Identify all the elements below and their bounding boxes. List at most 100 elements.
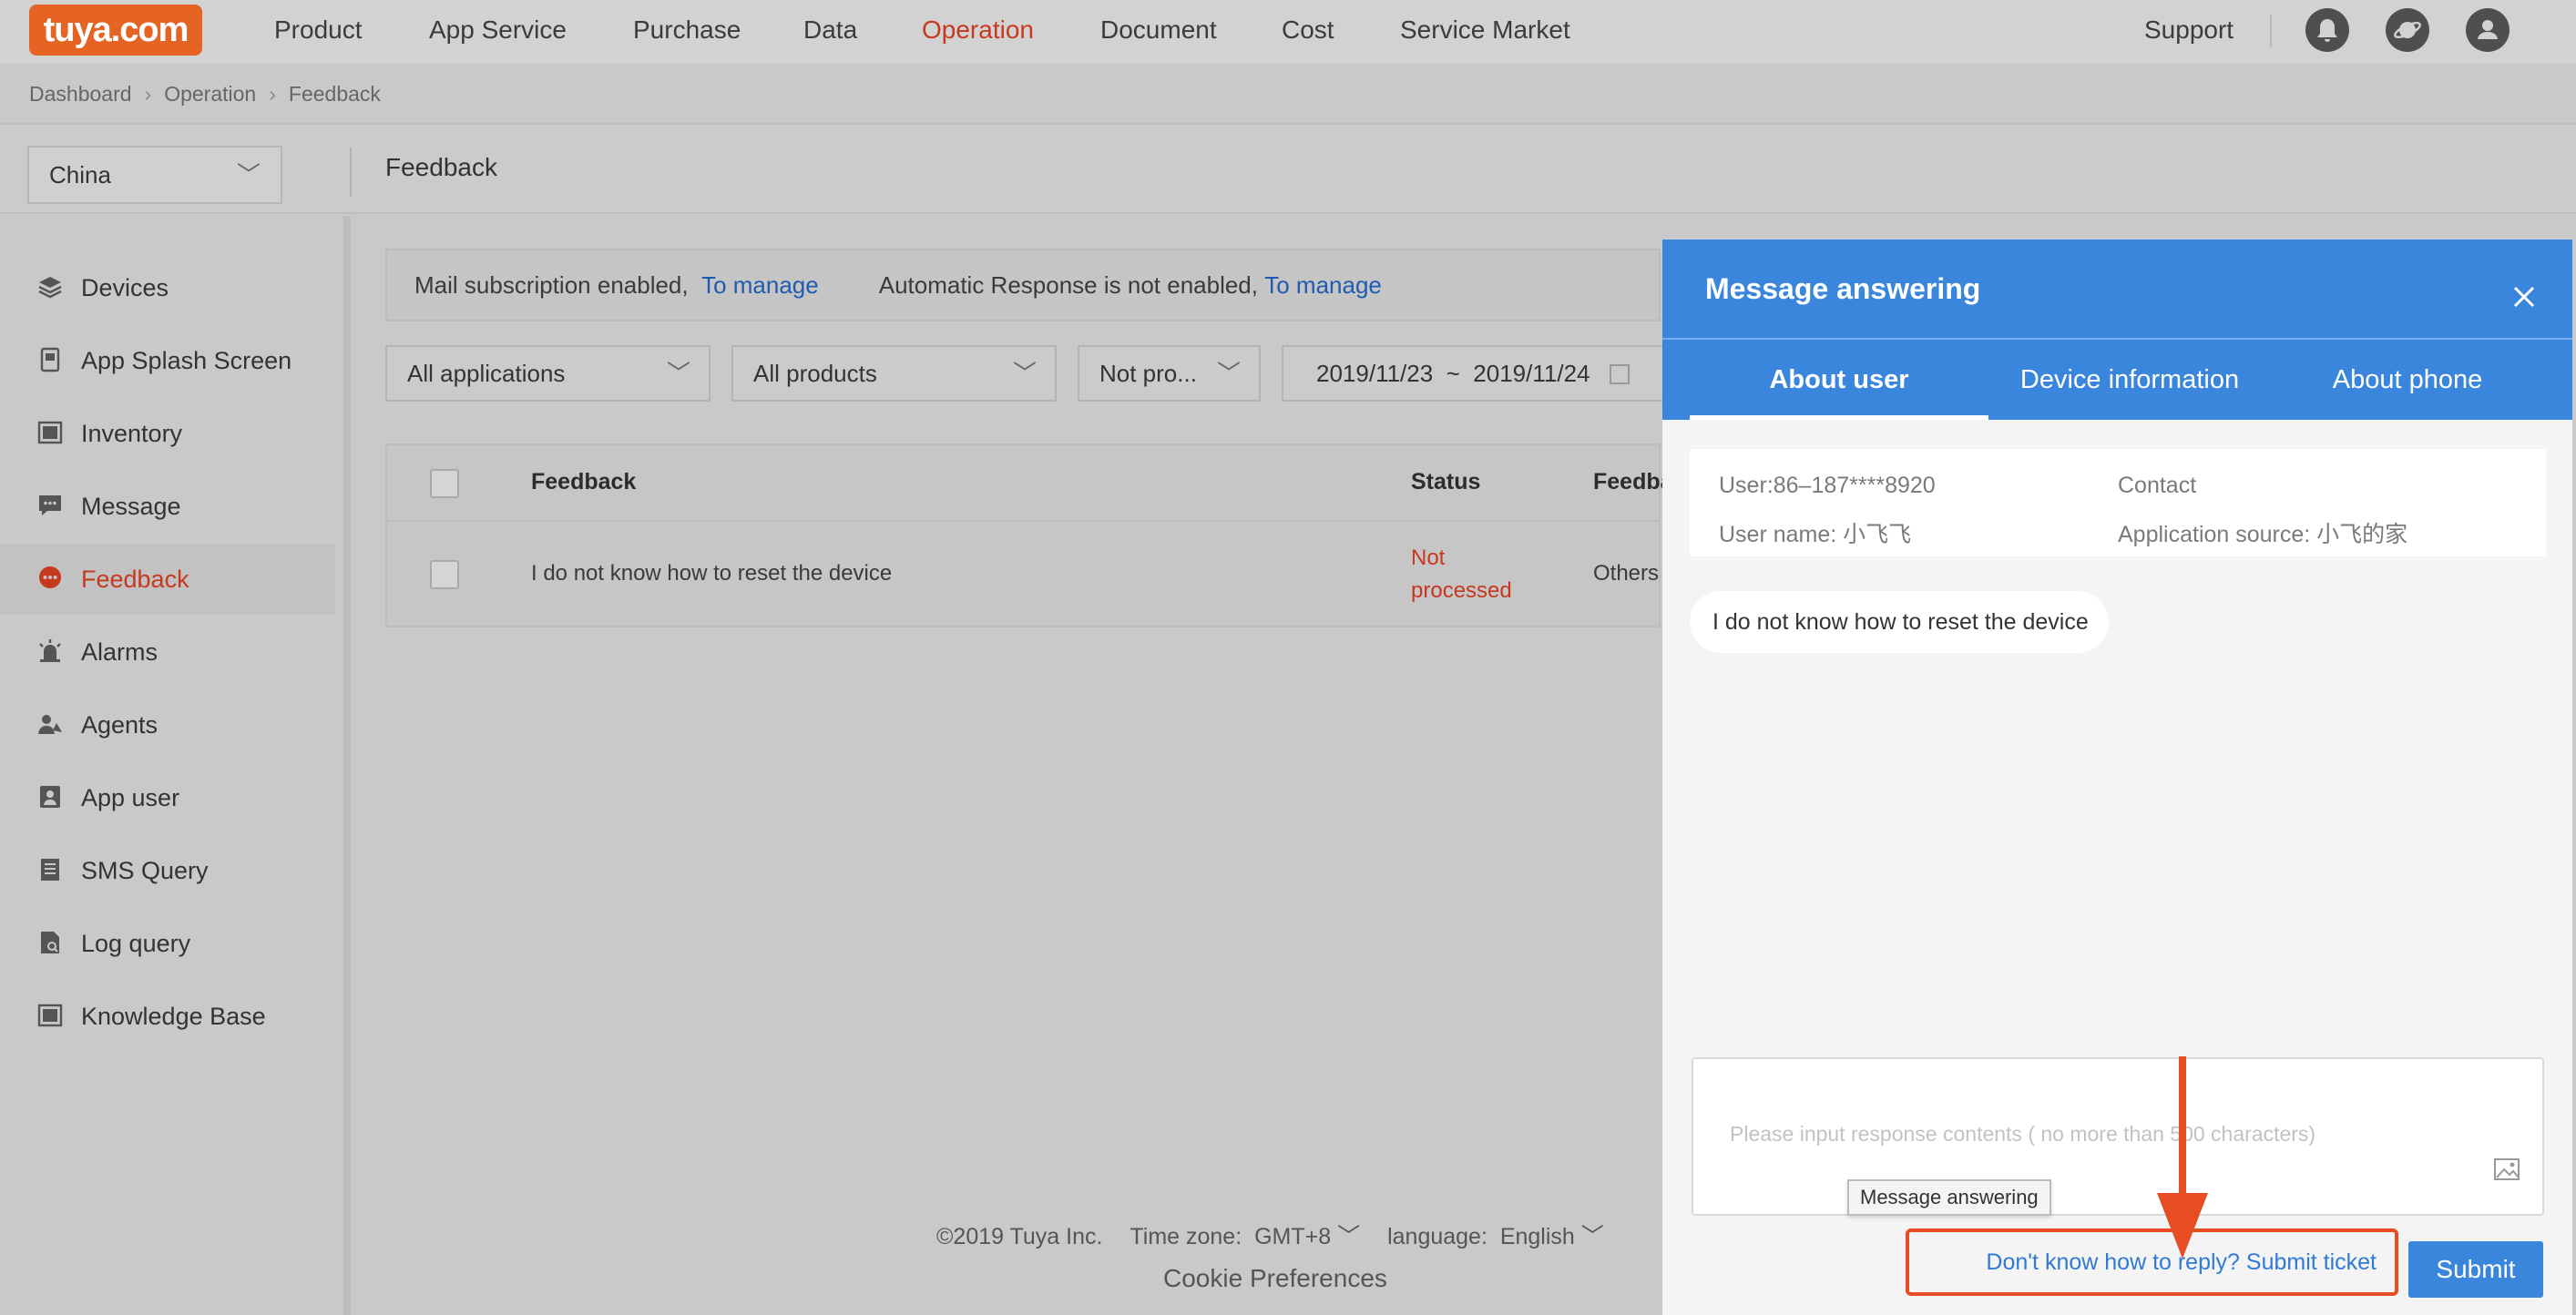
calendar-icon [1609, 364, 1630, 384]
sidebar-item-label: Log query [81, 930, 191, 957]
sidebar-item-agents[interactable]: Agents [0, 689, 335, 760]
panel-tabs: About user Device information About phon… [1662, 340, 2572, 420]
top-navigation: tuya.com Product App Service Purchase Da… [0, 0, 2576, 64]
user-contact: Contact [2118, 473, 2197, 498]
nav-item-document[interactable]: Document [1100, 15, 1217, 45]
nav-item-service-market[interactable]: Service Market [1400, 15, 1570, 45]
timezone-select[interactable]: GMT+8 ﹀ [1254, 1224, 1360, 1249]
subscription-notice: Mail subscription enabled, To manage Auto… [385, 249, 1661, 321]
chevron-down-icon: ﹀ [1216, 360, 1241, 387]
column-header-feedback[interactable]: Feedback [531, 469, 636, 495]
feedback-icon [36, 565, 64, 592]
row-status: Not processed [1411, 545, 1512, 603]
page-title: Feedback [385, 153, 497, 181]
table-header: Feedback Status Feedba [387, 445, 1673, 522]
tab-about-phone[interactable]: About phone [2271, 340, 2544, 420]
date-range-picker[interactable]: 2019/11/23 ~ 2019/11/24 [1282, 345, 1673, 402]
sidebar-item-label: App user [81, 784, 180, 811]
applications-filter-value: All applications [407, 360, 566, 387]
sidebar-item-alarms[interactable]: Alarms [0, 617, 335, 688]
message-icon [36, 492, 64, 519]
status-filter-value: Not pro... [1099, 360, 1197, 387]
app-user-icon [36, 783, 64, 810]
inventory-icon [36, 419, 64, 446]
products-filter[interactable]: All products ﹀ [731, 345, 1057, 402]
tab-device-information[interactable]: Device information [1988, 340, 2271, 420]
auto-response-manage-link[interactable]: To manage [1264, 271, 1382, 299]
bell-icon[interactable] [2305, 8, 2349, 52]
auto-response-text: Automatic Response is not enabled, [878, 271, 1258, 299]
nav-item-operation[interactable]: Operation [922, 15, 1034, 45]
nav-item-purchase[interactable]: Purchase [633, 15, 741, 45]
sidebar-item-knowledge-base[interactable]: Knowledge Base [0, 981, 335, 1052]
sidebar-item-message[interactable]: Message [0, 471, 335, 542]
language-select[interactable]: English ﹀ [1500, 1224, 1604, 1249]
products-filter-value: All products [753, 360, 877, 387]
knowledge-base-icon [36, 1002, 64, 1029]
select-all-checkbox[interactable] [430, 469, 459, 498]
nav-separator [2270, 15, 2272, 47]
sms-icon [36, 856, 64, 883]
region-select[interactable]: China ﹀ [27, 146, 282, 204]
image-upload-icon[interactable] [2493, 1157, 2520, 1181]
close-icon[interactable] [2508, 280, 2540, 313]
tab-about-user[interactable]: About user [1690, 340, 1988, 420]
feedback-table: Feedback Status Feedba I do not know how… [385, 443, 1673, 627]
breadcrumb-feedback: Feedback [288, 82, 381, 106]
agents-icon [36, 710, 64, 738]
sidebar-item-label: SMS Query [81, 857, 209, 884]
column-header-status[interactable]: Status [1411, 469, 1480, 495]
nav-item-product[interactable]: Product [274, 15, 363, 45]
tuya-logo[interactable]: tuya.com [29, 5, 202, 56]
sidebar-item-app-user[interactable]: App user [0, 762, 335, 833]
region-select-value: China [49, 161, 111, 189]
mail-manage-link[interactable]: To manage [701, 271, 819, 299]
nav-item-app-service[interactable]: App Service [429, 15, 567, 45]
sidebar-item-inventory[interactable]: Inventory [0, 398, 335, 469]
sub-header: China ﹀ Feedback [0, 123, 2576, 214]
sidebar-item-log-query[interactable]: Log query [0, 908, 335, 979]
support-link[interactable]: Support [2144, 15, 2234, 45]
applications-filter[interactable]: All applications ﹀ [385, 345, 710, 402]
sidebar-item-label: Inventory [81, 420, 183, 447]
user-avatar-icon[interactable] [2466, 8, 2510, 52]
sidebar-item-label: Devices [81, 274, 169, 301]
language-value: English [1499, 1224, 1575, 1249]
layers-icon [36, 273, 64, 301]
column-header-feedback-type[interactable]: Feedba [1593, 469, 1673, 495]
message-answering-panel: Message answering About user Device info… [1662, 240, 2572, 1315]
reply-box [1692, 1057, 2544, 1216]
sidebar-item-app-splash-screen[interactable]: App Splash Screen [0, 325, 335, 396]
sidebar-item-feedback[interactable]: Feedback [0, 544, 335, 615]
date-end: 2019/11/24 [1473, 360, 1590, 387]
cookie-preferences-link[interactable]: Cookie Preferences [1163, 1264, 1387, 1293]
mail-subscription-text: Mail subscription enabled, [414, 271, 689, 299]
status-filter[interactable]: Not pro... ﹀ [1078, 345, 1261, 402]
timezone-value: GMT+8 [1254, 1224, 1332, 1249]
sidebar-item-devices[interactable]: Devices [0, 252, 335, 323]
annotation-arrow-icon [2131, 1056, 2234, 1260]
panel-title: Message answering [1705, 272, 1981, 305]
user-message-bubble: I do not know how to reset the device [1690, 591, 2109, 653]
subheader-divider [350, 148, 352, 197]
sidebar-item-sms-query[interactable]: SMS Query [0, 835, 335, 906]
date-range-separator: ~ [1446, 360, 1460, 387]
splash-screen-icon [36, 346, 64, 373]
reply-input[interactable] [1730, 1116, 2477, 1152]
nav-item-data[interactable]: Data [803, 15, 857, 45]
submit-button[interactable]: Submit [2408, 1241, 2543, 1298]
footer: ©2019 Tuya Inc. Time zone: GMT+8 ﹀ languag… [936, 1218, 1604, 1251]
breadcrumb-operation[interactable]: Operation [164, 82, 256, 106]
chevron-right-icon: › [269, 82, 276, 106]
row-checkbox[interactable] [430, 560, 459, 589]
breadcrumb-dashboard[interactable]: Dashboard [29, 82, 132, 106]
panel-header: Message answering [1662, 240, 2572, 340]
nav-item-cost[interactable]: Cost [1282, 15, 1334, 45]
sidebar-item-label: Feedback [81, 566, 189, 593]
sidebar-item-label: Message [81, 493, 181, 520]
sidebar-item-label: App Splash Screen [81, 347, 292, 374]
user-info-card: User:86–187****8920 Contact User name: 小… [1690, 449, 2546, 556]
planet-icon[interactable] [2386, 8, 2429, 52]
application-source: Application source: 小飞的家 [2118, 522, 2408, 547]
tooltip: Message answering [1847, 1179, 2051, 1216]
